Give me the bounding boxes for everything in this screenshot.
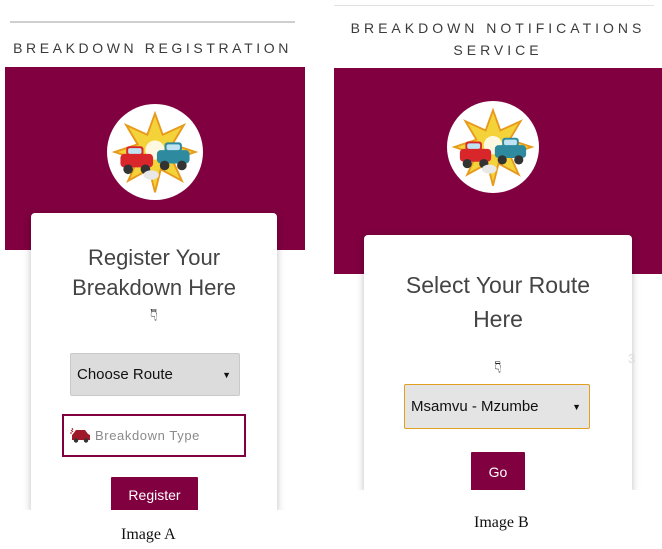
register-button[interactable]: Register	[111, 477, 198, 510]
car-breakdown-icon	[70, 427, 90, 443]
card-heading: Select Your Route Here	[405, 272, 591, 332]
crash-logo-icon	[107, 104, 203, 200]
header-divider	[10, 21, 295, 23]
screenshot-a: BREAKDOWN REGISTRATION Register Your Bre…	[0, 0, 305, 510]
screenshot-b: BREAKDOWN NOTIFICATIONS SERVICE Select Y…	[334, 0, 662, 490]
app-title: BREAKDOWN REGISTRATION	[13, 40, 292, 56]
pointing-down-icon: 👇︎	[494, 358, 502, 377]
route-select[interactable]: Choose Route ▼	[70, 353, 240, 396]
app-title: BREAKDOWN NOTIFICATIONS SERVICE	[350, 20, 646, 58]
route-select-value: Msamvu - Mzumbe	[411, 398, 539, 415]
crash-logo-icon	[447, 101, 539, 193]
route-card: Select Your Route Here 👇︎ Msamvu - Mzumb…	[364, 235, 632, 490]
route-select[interactable]: Msamvu - Mzumbe ▼	[404, 384, 590, 429]
dropdown-caret-icon: ▼	[572, 401, 581, 412]
caption-a: Image A	[121, 526, 176, 543]
card-heading: Register Your Breakdown Here	[72, 245, 236, 300]
dropdown-caret-icon: ▼	[222, 369, 231, 380]
stray-text: 3	[628, 351, 636, 366]
breakdown-type-placeholder: Breakdown Type	[95, 428, 200, 443]
route-select-value: Choose Route	[77, 366, 173, 383]
go-button[interactable]: Go	[471, 452, 525, 490]
pointing-down-icon: 👇︎	[150, 305, 158, 325]
registration-card: Register Your Breakdown Here 👇︎ Choose R…	[31, 213, 277, 510]
caption-b: Image B	[474, 514, 529, 531]
header-divider	[334, 5, 654, 6]
breakdown-type-input[interactable]: Breakdown Type	[62, 414, 246, 457]
